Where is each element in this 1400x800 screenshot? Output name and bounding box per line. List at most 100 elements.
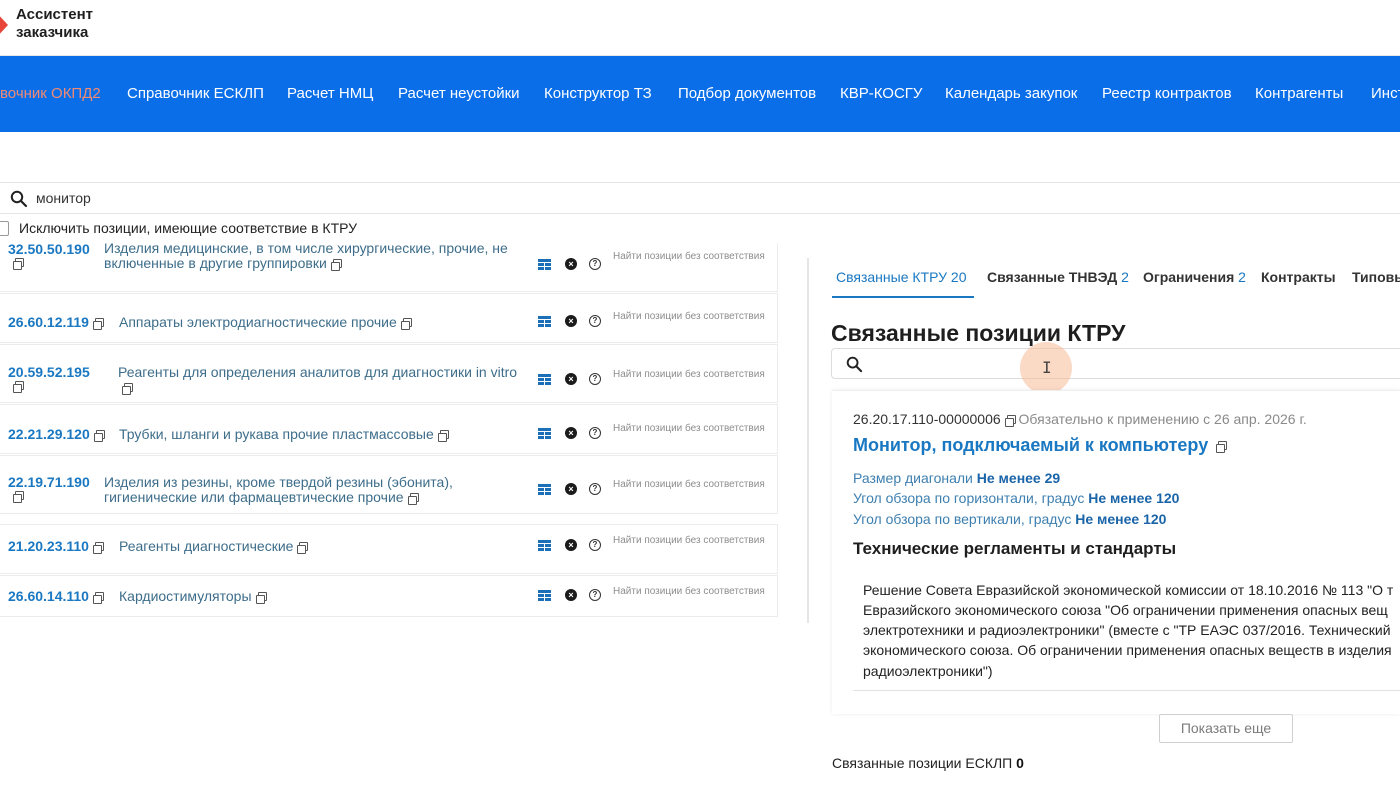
table-row[interactable]: 26.60.12.119 Аппараты электродиагностиче…: [0, 293, 778, 343]
tab-typical[interactable]: Типовы: [1352, 269, 1400, 285]
table-icon[interactable]: [538, 374, 551, 385]
row-name[interactable]: Изделия из резины, кроме твердой резины …: [104, 475, 524, 506]
find-unmatched-link[interactable]: Найти позиции без соответствия: [613, 535, 765, 546]
nav-item-tools[interactable]: Инст: [1371, 85, 1400, 102]
help-icon[interactable]: ?: [589, 427, 601, 439]
copy-icon[interactable]: [437, 430, 449, 443]
find-unmatched-link[interactable]: Найти позиции без соответствия: [613, 423, 765, 434]
table-icon[interactable]: [538, 590, 551, 601]
copy-icon[interactable]: [92, 542, 104, 555]
nav-item-counterparties[interactable]: Контрагенты: [1255, 85, 1343, 102]
row-code[interactable]: 26.60.14.110: [8, 588, 104, 605]
copy-icon[interactable]: [92, 592, 104, 605]
row-code[interactable]: 20.59.52.195: [8, 364, 90, 380]
row-code[interactable]: 32.50.50.190: [8, 243, 90, 257]
close-icon[interactable]: ×: [565, 427, 577, 439]
logo-text[interactable]: Ассистент заказчика: [16, 6, 93, 42]
row-code[interactable]: 22.19.71.190: [8, 474, 90, 490]
search-bar[interactable]: монитор: [0, 182, 1400, 214]
close-icon[interactable]: ×: [565, 315, 577, 327]
show-more-button[interactable]: Показать еще: [1159, 714, 1293, 743]
find-unmatched-link[interactable]: Найти позиции без соответствия: [613, 369, 765, 380]
find-unmatched-link[interactable]: Найти позиции без соответствия: [613, 251, 765, 262]
row-name[interactable]: Аппараты электродиагностические прочие: [119, 315, 412, 331]
ktru-attribute: Размер диагонали Не менее 29: [853, 470, 1061, 486]
exclude-checkbox[interactable]: [0, 221, 9, 236]
copy-icon[interactable]: [255, 592, 267, 605]
row-name[interactable]: Трубки, шланги и рукава прочие пластмасс…: [119, 427, 449, 443]
close-icon[interactable]: ×: [565, 483, 577, 495]
table-row[interactable]: 21.20.23.110 Реагенты диагностические × …: [0, 524, 778, 574]
table-row[interactable]: 26.60.14.110 Кардиостимуляторы × ? Найти…: [0, 575, 778, 617]
panel-divider[interactable]: [807, 258, 809, 623]
regulation-line: Евразийского экономического союза "Об ог…: [863, 602, 1388, 618]
nav-item-docs[interactable]: Подбор документов: [678, 85, 816, 102]
help-icon[interactable]: ?: [589, 373, 601, 385]
copy-icon[interactable]: [1216, 441, 1228, 454]
copy-icon[interactable]: [13, 491, 24, 503]
copy-icon[interactable]: [13, 258, 24, 270]
table-icon[interactable]: [538, 259, 551, 270]
copy-icon[interactable]: [330, 259, 342, 272]
okpd-results-list: 32.50.50.190 Изделия медицинские, в том …: [0, 243, 780, 618]
nav-item-nmc[interactable]: Расчет НМЦ: [287, 85, 373, 102]
tab-ktru[interactable]: Связанные КТРУ 20: [836, 269, 966, 285]
table-icon[interactable]: [538, 540, 551, 551]
close-icon[interactable]: ×: [565, 373, 577, 385]
regulations-heading: Технические регламенты и стандарты: [853, 539, 1177, 558]
tab-tnved[interactable]: Связанные ТНВЭД 2: [987, 269, 1129, 285]
find-unmatched-link[interactable]: Найти позиции без соответствия: [613, 479, 765, 490]
ktru-search-input[interactable]: [831, 348, 1400, 379]
copy-icon[interactable]: [13, 381, 24, 393]
copy-icon[interactable]: [92, 318, 104, 331]
row-name[interactable]: Реагенты для определения аналитов для ди…: [118, 365, 517, 396]
table-row[interactable]: 22.19.71.190 Изделия из резины, кроме тв…: [0, 455, 778, 514]
help-icon[interactable]: ?: [589, 315, 601, 327]
row-code[interactable]: 26.60.12.119: [8, 314, 104, 331]
close-icon[interactable]: ×: [565, 589, 577, 601]
help-icon[interactable]: ?: [589, 539, 601, 551]
regulation-line: экономического союза. Об ограничении при…: [863, 642, 1392, 658]
nav-item-okpd2[interactable]: вочник ОКПД2: [0, 85, 101, 102]
ktru-attribute: Угол обзора по вертикали, градус Не мене…: [853, 511, 1167, 527]
table-icon[interactable]: [538, 484, 551, 495]
table-row[interactable]: 22.21.29.120 Трубки, шланги и рукава про…: [0, 404, 778, 454]
row-name[interactable]: Изделия медицинские, в том числе хирурги…: [104, 243, 524, 272]
nav-item-esklp[interactable]: Справочник ЕСКЛП: [127, 85, 264, 102]
row-code[interactable]: 22.21.29.120: [8, 426, 105, 443]
copy-icon[interactable]: [122, 383, 133, 396]
close-icon[interactable]: ×: [565, 258, 577, 270]
table-row[interactable]: 20.59.52.195 Реагенты для определения ан…: [0, 344, 778, 403]
tab-contracts[interactable]: Контракты: [1261, 269, 1336, 285]
help-icon[interactable]: ?: [589, 258, 601, 270]
copy-icon[interactable]: [407, 493, 419, 506]
row-name-line: гигиенические или фармацевтические прочи…: [104, 489, 404, 505]
copy-icon[interactable]: [1004, 415, 1016, 428]
help-icon[interactable]: ?: [589, 589, 601, 601]
table-row[interactable]: 32.50.50.190 Изделия медицинские, в том …: [0, 243, 778, 292]
text-cursor-icon: I: [1042, 358, 1052, 377]
nav-item-penalty[interactable]: Расчет неустойки: [398, 85, 520, 102]
help-icon[interactable]: ?: [589, 483, 601, 495]
search-input[interactable]: монитор: [36, 190, 91, 206]
copy-icon[interactable]: [297, 542, 309, 555]
copy-icon[interactable]: [93, 430, 105, 443]
ktru-code[interactable]: 26.20.17.110-00000006: [853, 411, 1001, 427]
nav-item-contracts[interactable]: Реестр контрактов: [1102, 85, 1232, 102]
nav-item-kvr[interactable]: КВР-КОСГУ: [840, 85, 922, 102]
nav-item-calendar[interactable]: Календарь закупок: [945, 85, 1077, 102]
row-code[interactable]: 21.20.23.110: [8, 538, 104, 555]
find-unmatched-link[interactable]: Найти позиции без соответствия: [613, 311, 765, 322]
close-icon[interactable]: ×: [565, 539, 577, 551]
main-nav: вочник ОКПД2 Справочник ЕСКЛП Расчет НМЦ…: [0, 56, 1400, 132]
regulations-text: Решение Совета Евразийской экономической…: [853, 569, 1400, 691]
table-icon[interactable]: [538, 428, 551, 439]
nav-item-tz[interactable]: Конструктор ТЗ: [544, 85, 652, 102]
ktru-title[interactable]: Монитор, подключаемый к компьютеру: [853, 435, 1228, 456]
table-icon[interactable]: [538, 316, 551, 327]
tab-restrictions[interactable]: Ограничения 2: [1143, 269, 1246, 285]
copy-icon[interactable]: [400, 318, 412, 331]
row-name[interactable]: Кардиостимуляторы: [119, 589, 267, 605]
find-unmatched-link[interactable]: Найти позиции без соответствия: [613, 586, 765, 597]
row-name[interactable]: Реагенты диагностические: [119, 539, 309, 555]
